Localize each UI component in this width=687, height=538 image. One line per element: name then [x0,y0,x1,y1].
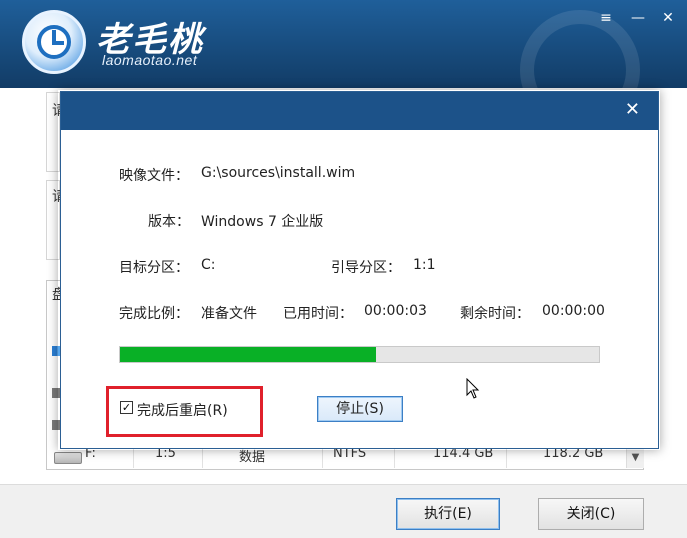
boot-partition-value: 1:1 [413,257,436,273]
elapsed-time-label: 已用时间： [283,306,353,322]
footer-bar: 执行(E) 关闭(C) [0,484,687,538]
progress-bar [119,346,600,363]
target-partition-label: 目标分区： [119,260,189,276]
menu-icon[interactable]: ≡ [598,10,614,26]
version-label: 版本： [148,214,190,230]
remaining-time-label: 剩余时间： [460,306,530,322]
brand-subtitle: laomaotao.net [102,52,198,68]
completion-ratio-value: 准备文件 [201,306,257,322]
mouse-cursor-icon [466,378,480,399]
execute-button[interactable]: 执行(E) [396,498,500,530]
logo-clock-icon [22,10,86,74]
minimize-icon[interactable]: — [630,10,646,26]
completion-ratio-label: 完成比例： [119,306,189,322]
close-button[interactable]: 关闭(C) [538,498,644,530]
target-partition-value: C: [201,257,216,273]
dialog-close-icon[interactable]: ✕ [625,100,640,120]
app-header: 老毛桃 laomaotao.net ≡ — ✕ [0,0,687,88]
image-file-label: 映像文件： [119,168,189,184]
progress-dialog: ✕ 映像文件： G:\sources\install.wim 版本： Windo… [60,91,659,449]
stop-button[interactable]: 停止(S) [317,396,403,422]
scroll-down-icon[interactable]: ▼ [626,448,644,468]
dialog-titlebar: ✕ [61,92,658,130]
watermark-clock-icon [520,10,640,88]
image-file-value: G:\sources\install.wim [201,165,356,181]
version-value: Windows 7 企业版 [201,214,324,230]
reboot-checkbox[interactable]: ✓ [120,401,133,414]
elapsed-time-value: 00:00:03 [364,303,427,319]
close-icon[interactable]: ✕ [660,10,676,26]
reboot-checkbox-label[interactable]: 完成后重启(R) [137,400,228,420]
progress-bar-fill [120,347,377,362]
boot-partition-label: 引导分区： [331,260,401,276]
remaining-time-value: 00:00:00 [542,303,605,319]
